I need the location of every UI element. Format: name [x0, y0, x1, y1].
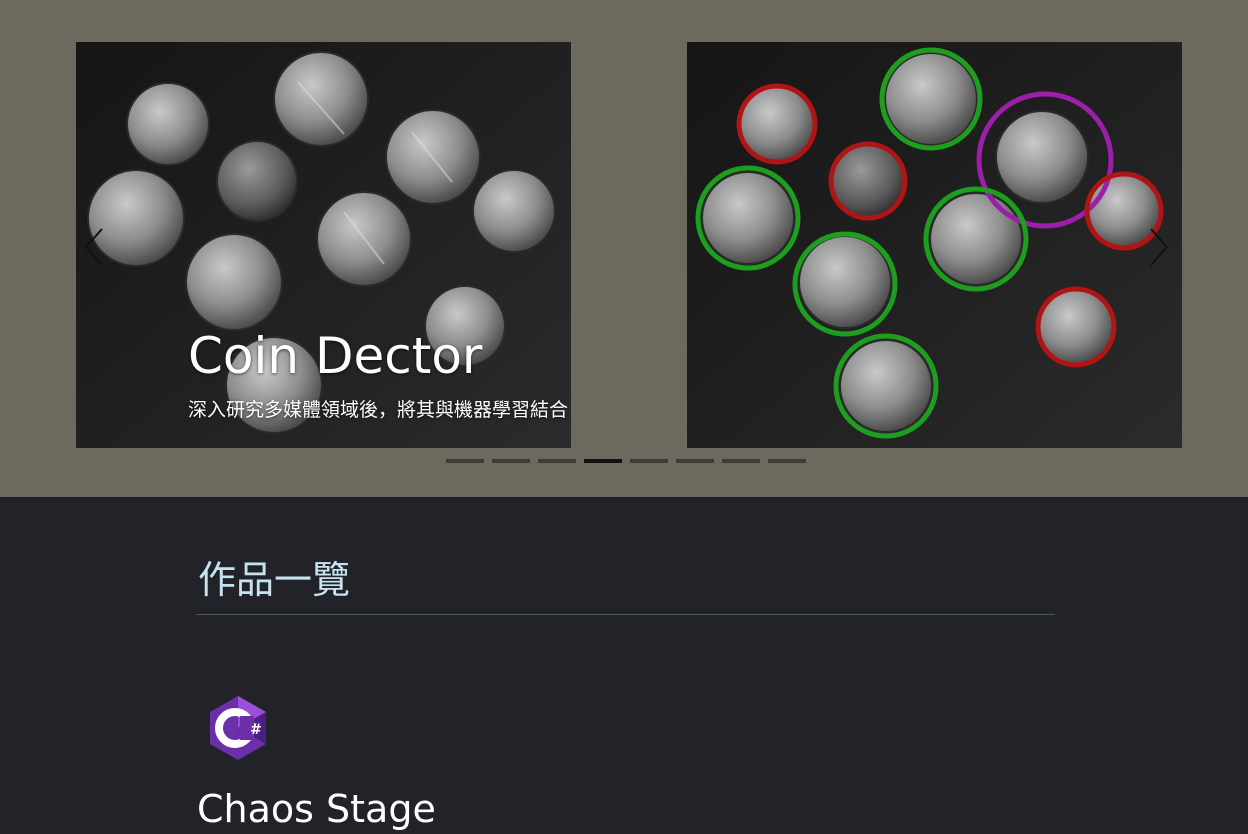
csharp-logo-icon: # — [206, 694, 270, 762]
carousel-indicator[interactable] — [630, 459, 668, 463]
svg-text:#: # — [250, 722, 262, 738]
works-section: 作品一覽 — [196, 555, 1055, 615]
chevron-left-icon — [84, 228, 103, 266]
carousel-next-button[interactable] — [1143, 225, 1173, 269]
carousel-indicator[interactable] — [722, 459, 760, 463]
carousel-prev-button[interactable] — [80, 225, 110, 269]
carousel-slide-image-detection — [687, 42, 1182, 448]
carousel-indicators — [446, 459, 806, 465]
carousel-indicator[interactable] — [492, 459, 530, 463]
caption-subtitle: 深入研究多媒體領域後，將其與機器學習結合 — [188, 399, 569, 421]
carousel-indicator[interactable] — [768, 459, 806, 463]
coin-detection-photo — [687, 42, 1182, 448]
project-title[interactable]: Chaos Stage — [197, 784, 436, 834]
carousel-indicator[interactable] — [538, 459, 576, 463]
section-heading: 作品一覽 — [198, 558, 351, 602]
carousel-indicator[interactable] — [446, 459, 484, 463]
chevron-right-icon — [1150, 228, 1169, 266]
caption-title: Coin Dector — [188, 327, 483, 385]
carousel-indicator[interactable] — [676, 459, 714, 463]
section-divider — [196, 614, 1055, 615]
hero-carousel: Coin Dector 深入研究多媒體領域後，將其與機器學習結合 — [0, 0, 1248, 497]
carousel-indicator-active[interactable] — [584, 459, 622, 463]
carousel-caption: Coin Dector 深入研究多媒體領域後，將其與機器學習結合 — [188, 326, 568, 422]
